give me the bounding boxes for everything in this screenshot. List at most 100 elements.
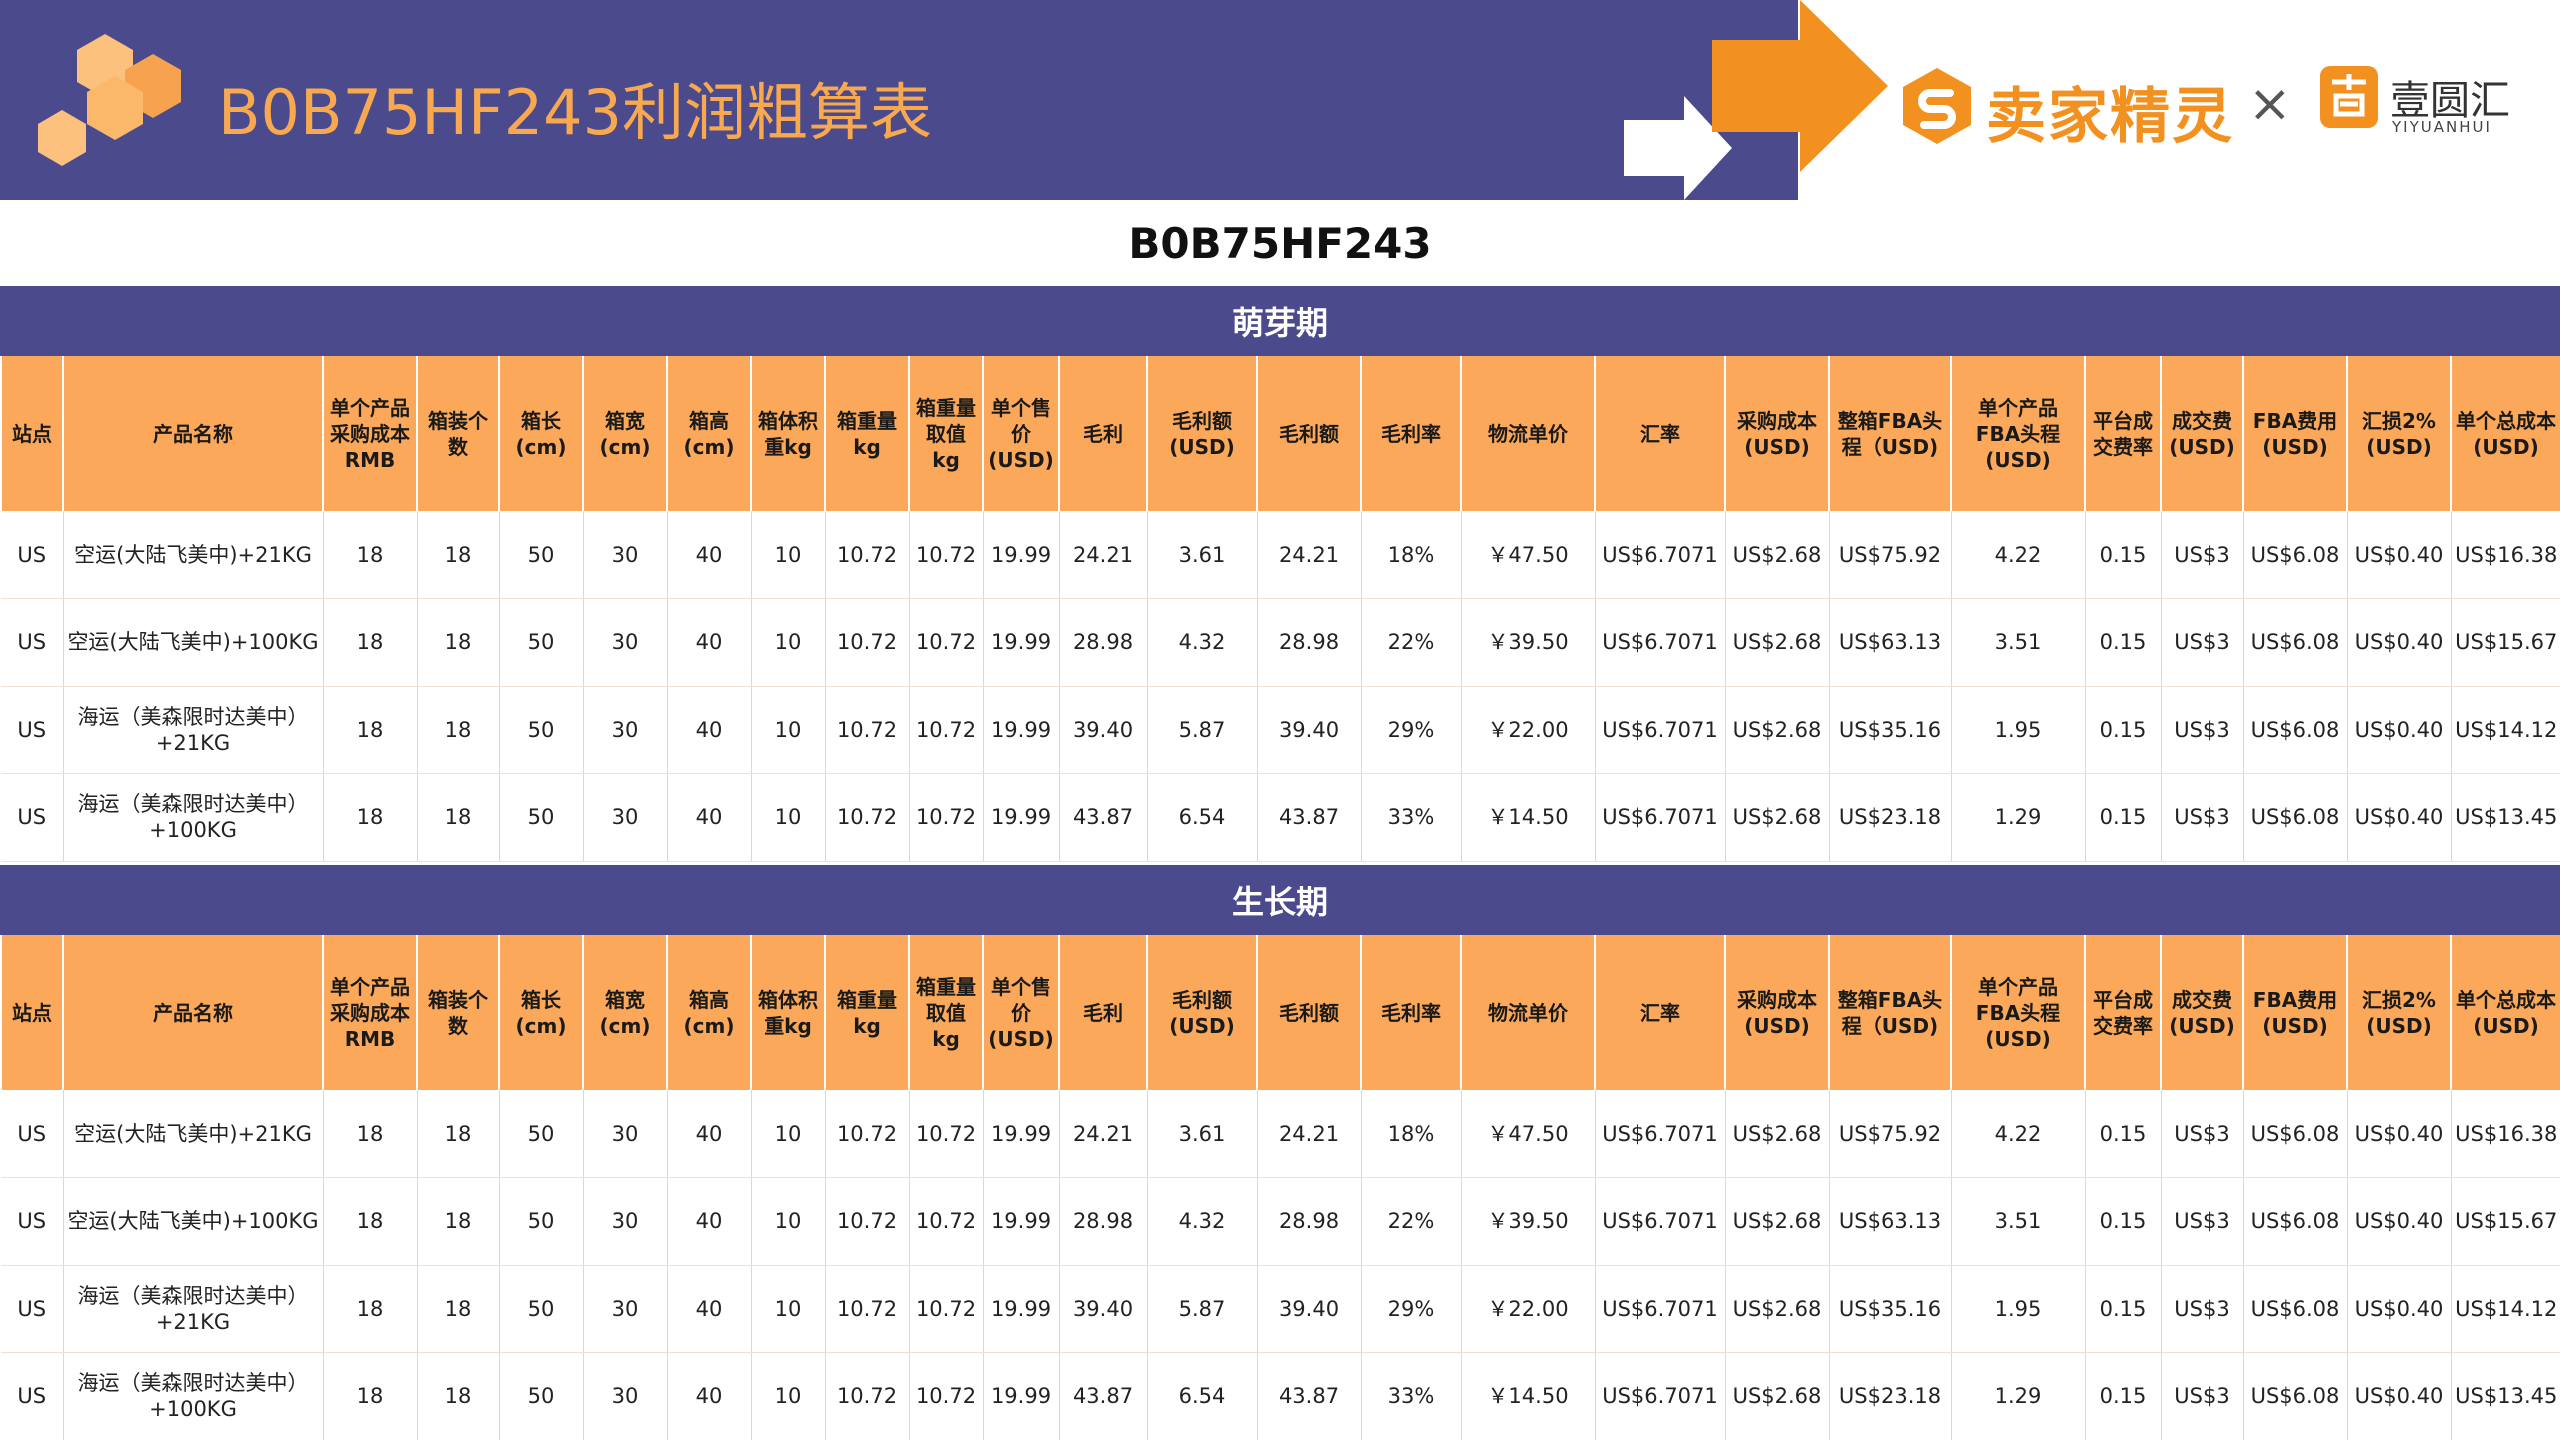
table-cell: 0.15 (2084, 598, 2161, 687)
table-cell: 3.51 (1950, 598, 2085, 687)
table-row: US 海运（美森限时达美中）+21KG 18 18 50 30 40 10 10.72 10.72… (1, 686, 2560, 774)
table-cell: 6.54 (1146, 773, 1257, 862)
column-header: 箱装个 数 (416, 356, 500, 511)
column-header: 毛利率 (1360, 356, 1462, 511)
table-cell: 19.99 (982, 773, 1059, 862)
table-cell: US (1, 686, 63, 774)
table-cell: 28.98 (1058, 598, 1147, 687)
profit-table-seedling: 站点 产品名称 单个产品 采购成本 RMB 箱装个 数箱长 (cm) 箱宽 (cm) 箱高… (0, 356, 2560, 862)
table-cell: 18 (416, 1352, 499, 1440)
table-cell: US$0.40 (2346, 1177, 2451, 1266)
header-banner: B0B75HF243利润粗算表 (0, 0, 1798, 200)
table-cell: 10 (750, 1177, 825, 1266)
table-cell: US (1, 598, 63, 687)
table-cell: ￥22.00 (1460, 686, 1595, 774)
table-cell: 18 (322, 686, 417, 774)
table-cell: 0.15 (2084, 1352, 2161, 1440)
table-cell: 28.98 (1256, 1177, 1361, 1266)
table-cell: 10.72 (824, 1352, 909, 1440)
table-cell: US$6.08 (2242, 1090, 2347, 1178)
table-cell: 22% (1360, 598, 1461, 687)
table-cell: 18 (416, 1177, 499, 1266)
table-cell: US$35.16 (1828, 1265, 1951, 1353)
table-cell: 40 (666, 1177, 751, 1266)
table-cell: 39.40 (1058, 686, 1147, 774)
column-header: 箱高 (cm) (666, 935, 752, 1090)
column-header: 汇损2% (USD) (2346, 356, 2452, 511)
column-header: 箱高 (cm) (666, 356, 752, 511)
table-cell: US$75.92 (1828, 1090, 1951, 1178)
table-cell: 18% (1360, 511, 1461, 599)
table-cell: ￥47.50 (1460, 511, 1595, 599)
table-cell: 40 (666, 773, 751, 862)
table-cell: 30 (582, 511, 667, 599)
table-header-row: 站点 产品名称 单个产品 采购成本 RMB 箱装个 数箱长 (cm) 箱宽 (cm) 箱高… (0, 935, 2560, 1090)
table-cell: US$6.08 (2242, 773, 2347, 862)
column-header: 箱体积 重kg (750, 935, 826, 1090)
column-header: 单个产品 采购成本 RMB (322, 935, 418, 1090)
table-cell: US$3 (2160, 1352, 2243, 1440)
table-cell: 18 (322, 1265, 417, 1353)
table-cell: US$2.68 (1724, 598, 1829, 687)
table-cell: 10.72 (824, 1177, 909, 1266)
table-cell: 4.32 (1146, 1177, 1257, 1266)
table-cell: US$3 (2160, 1090, 2243, 1178)
table-cell: 10.72 (908, 511, 983, 599)
table-cell: US$3 (2160, 686, 2243, 774)
table-cell: US$6.7071 (1594, 1265, 1725, 1353)
table-cell: 10 (750, 1090, 825, 1178)
separator-icon: × (2248, 74, 2292, 134)
table-cell: US (1, 1265, 63, 1353)
table-cell: 24.21 (1058, 1090, 1147, 1178)
column-header: 单个售 价 (USD) (982, 935, 1060, 1090)
table-cell: 24.21 (1256, 1090, 1361, 1178)
table-cell: 22% (1360, 1177, 1461, 1266)
table-cell: 19.99 (982, 686, 1059, 774)
table-cell: 10 (750, 511, 825, 599)
banner-title: B0B75HF243利润粗算表 (218, 76, 933, 149)
table-cell: US (1, 1352, 63, 1440)
product-name-cell: 空运(大陆飞美中)+100KG (62, 1177, 323, 1266)
table-cell: 50 (498, 1265, 583, 1353)
table-cell: US$0.40 (2346, 1352, 2451, 1440)
table-cell: 19.99 (982, 1177, 1059, 1266)
brand-secondary-icon (2320, 66, 2378, 128)
table-cell: US$6.08 (2242, 1177, 2347, 1266)
brand-primary-icon (1903, 68, 1971, 144)
column-header: 毛利额 (USD) (1146, 356, 1258, 511)
table-cell: US$3 (2160, 511, 2243, 599)
table-cell: 18 (322, 598, 417, 687)
table-cell: 18 (322, 511, 417, 599)
table-cell: 30 (582, 598, 667, 687)
table-cell: 30 (582, 1352, 667, 1440)
table-cell: US$14.12 (2450, 686, 2560, 774)
table-cell: US$6.08 (2242, 598, 2347, 687)
table-cell: 10.72 (824, 511, 909, 599)
table-cell: US$23.18 (1828, 773, 1951, 862)
column-header: 箱装个 数 (416, 935, 500, 1090)
table-cell: ￥47.50 (1460, 1090, 1595, 1178)
table-cell: US$6.7071 (1594, 598, 1725, 687)
table-cell: 30 (582, 686, 667, 774)
table-cell: 6.54 (1146, 1352, 1257, 1440)
column-header: 整箱FBA头 程（USD) (1828, 356, 1952, 511)
table-cell: 40 (666, 686, 751, 774)
table-cell: US$6.08 (2242, 511, 2347, 599)
table-cell: US$2.68 (1724, 511, 1829, 599)
table-cell: 10.72 (824, 686, 909, 774)
brand-primary-name: 卖家精灵 (1986, 82, 2234, 152)
table-cell: 18 (322, 1090, 417, 1178)
column-header: 毛利 (1058, 356, 1148, 511)
product-name-cell: 海运（美森限时达美中）+100KG (62, 773, 323, 862)
table-cell: 0.15 (2084, 773, 2161, 862)
table-cell: US$0.40 (2346, 1090, 2451, 1178)
column-header: 产品名称 (62, 356, 324, 511)
table-cell: 18 (416, 1090, 499, 1178)
column-header: 站点 (0, 935, 64, 1090)
table-row: US 空运(大陆飞美中)+21KG 18 18 50 30 40 10 10.72 10.72 19… (1, 1090, 2560, 1178)
table-cell: 24.21 (1256, 511, 1361, 599)
brand-secondary: 壹圆汇 YIYUANHUI (2318, 64, 2538, 150)
column-header: 毛利额 (1256, 935, 1362, 1090)
column-header: 站点 (0, 356, 64, 511)
table-cell: 24.21 (1058, 511, 1147, 599)
